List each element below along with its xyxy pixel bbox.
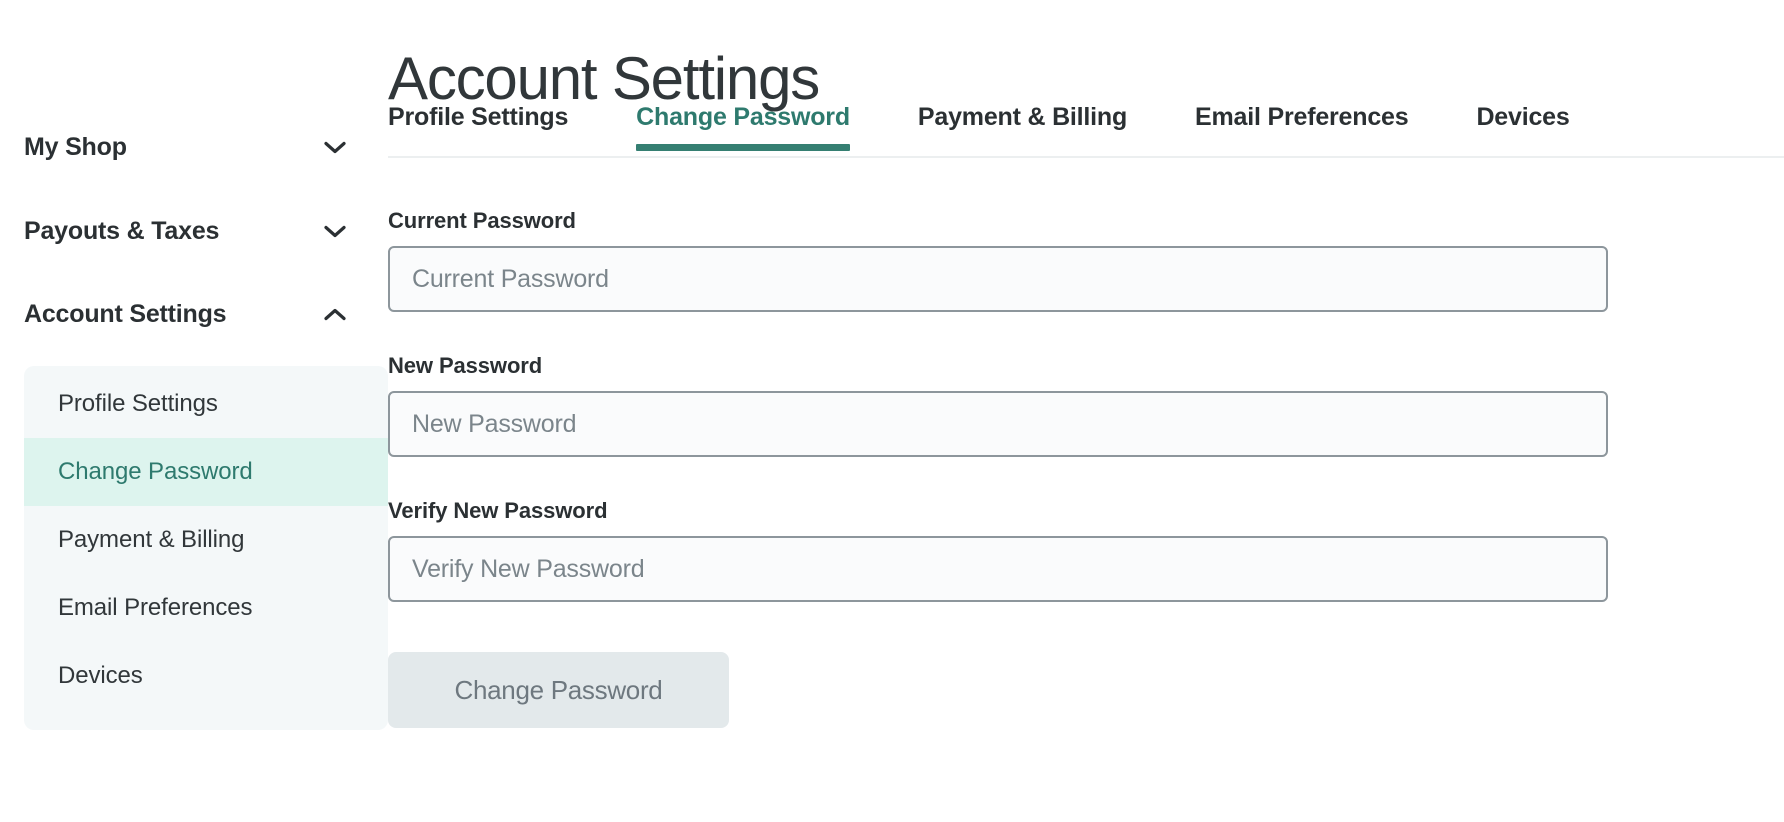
tab-label: Change Password xyxy=(636,103,850,131)
verify-new-password-input[interactable] xyxy=(388,536,1608,602)
new-password-label: New Password xyxy=(388,353,543,378)
field-verify-new-password: Verify New Password xyxy=(388,500,1618,602)
new-password-input[interactable] xyxy=(388,391,1608,457)
sidebar-group-label: My Shop xyxy=(24,133,127,161)
tab-payment-billing[interactable]: Payment & Billing xyxy=(918,104,1127,149)
chevron-down-icon xyxy=(324,225,346,238)
sidebar-group-label: Account Settings xyxy=(24,300,227,328)
tab-bar: Profile Settings Change Password Payment… xyxy=(388,104,1784,158)
tab-label: Email Preferences xyxy=(1195,103,1409,131)
field-new-password: New Password xyxy=(388,355,1618,457)
tab-devices[interactable]: Devices xyxy=(1476,104,1569,149)
change-password-button[interactable]: Change Password xyxy=(388,652,729,728)
tab-label: Devices xyxy=(1476,103,1570,131)
sidebar-item-profile-settings[interactable]: Profile Settings xyxy=(24,370,388,438)
sidebar-group-payouts-taxes[interactable]: Payouts & Taxes xyxy=(24,219,388,244)
chevron-down-icon xyxy=(324,141,346,154)
tab-change-password[interactable]: Change Password xyxy=(636,103,850,152)
change-password-form: Current Password New Password Verify New… xyxy=(388,210,1618,728)
account-settings-page: My Shop Payouts & Taxes Account Settings… xyxy=(0,0,1784,822)
sidebar-item-label: Payment & Billing xyxy=(58,526,245,553)
sidebar: My Shop Payouts & Taxes Account Settings… xyxy=(0,0,388,822)
tab-label: Payment & Billing xyxy=(917,103,1128,131)
sidebar-group-my-shop[interactable]: My Shop xyxy=(24,135,388,160)
tab-label: Profile Settings xyxy=(388,103,569,131)
sidebar-item-payment-billing[interactable]: Payment & Billing xyxy=(24,506,388,574)
current-password-label: Current Password xyxy=(388,208,576,233)
chevron-up-icon xyxy=(324,308,346,321)
main-content: Account Settings Profile Settings Change… xyxy=(388,0,1784,822)
verify-new-password-label: Verify New Password xyxy=(388,498,608,523)
tab-profile-settings[interactable]: Profile Settings xyxy=(388,104,568,149)
sidebar-item-label: Profile Settings xyxy=(58,390,218,417)
sidebar-item-email-preferences[interactable]: Email Preferences xyxy=(24,574,388,642)
field-spacer xyxy=(388,312,1618,355)
sidebar-group-account-settings[interactable]: Account Settings xyxy=(24,302,388,327)
sidebar-item-change-password[interactable]: Change Password xyxy=(24,438,388,506)
subnav-bottom-spacer xyxy=(24,710,388,730)
current-password-input[interactable] xyxy=(388,246,1608,312)
tab-email-preferences[interactable]: Email Preferences xyxy=(1195,103,1409,149)
sidebar-subnav-account-settings: Profile Settings Change Password Payment… xyxy=(24,366,388,730)
field-current-password: Current Password xyxy=(388,210,1618,312)
sidebar-item-label: Devices xyxy=(58,662,143,689)
sidebar-item-label: Change Password xyxy=(58,458,253,485)
sidebar-item-devices[interactable]: Devices xyxy=(24,642,388,710)
field-spacer xyxy=(388,457,1618,500)
sidebar-item-label: Email Preferences xyxy=(58,594,253,621)
sidebar-group-label: Payouts & Taxes xyxy=(24,217,220,245)
